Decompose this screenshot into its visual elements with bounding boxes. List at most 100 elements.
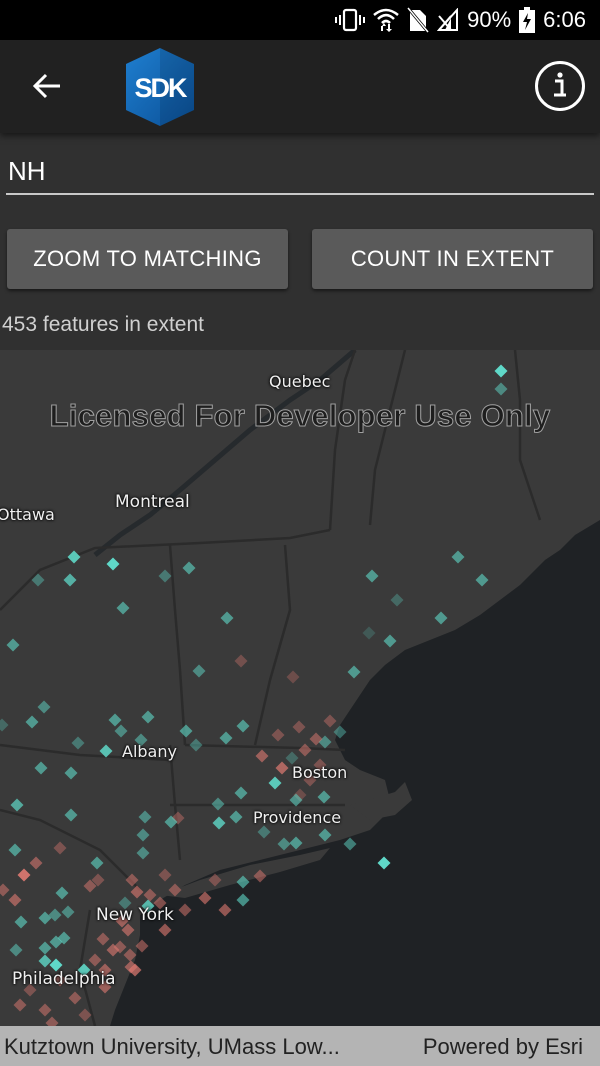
matching-feature-marker[interactable] bbox=[38, 911, 52, 925]
back-button[interactable] bbox=[24, 68, 70, 108]
matching-feature-marker[interactable] bbox=[141, 710, 155, 724]
matching-feature-marker[interactable] bbox=[114, 724, 128, 738]
state-query-input[interactable] bbox=[6, 149, 594, 195]
matching-feature-marker[interactable] bbox=[34, 761, 48, 775]
ocean bbox=[110, 520, 600, 1026]
matching-feature-marker[interactable] bbox=[64, 808, 78, 822]
attribution-bar[interactable]: Kutztown University, UMass Low... Powere… bbox=[0, 1026, 600, 1066]
matching-feature-marker[interactable] bbox=[64, 766, 78, 780]
nonmatching-feature-marker[interactable] bbox=[123, 948, 137, 962]
matching-feature-marker[interactable] bbox=[136, 828, 150, 842]
matching-feature-marker[interactable] bbox=[494, 364, 508, 378]
nonmatching-feature-marker[interactable] bbox=[275, 761, 289, 775]
powered-by-esri: Powered by Esri bbox=[422, 1034, 583, 1059]
matching-feature-marker[interactable] bbox=[189, 738, 203, 752]
matching-feature-marker[interactable] bbox=[192, 664, 206, 678]
nonmatching-feature-marker[interactable] bbox=[298, 743, 312, 757]
nonmatching-feature-marker[interactable] bbox=[96, 932, 110, 946]
nonmatching-feature-marker[interactable] bbox=[158, 868, 172, 882]
matching-feature-marker[interactable] bbox=[268, 776, 282, 790]
city-label-quebec: Quebec bbox=[269, 372, 331, 391]
matching-feature-marker[interactable] bbox=[14, 915, 28, 929]
city-label-philadelphia: Philadelphia bbox=[12, 969, 116, 989]
matching-feature-marker[interactable] bbox=[138, 810, 152, 824]
matching-feature-marker[interactable] bbox=[347, 665, 361, 679]
matching-feature-marker[interactable] bbox=[211, 797, 225, 811]
nonmatching-feature-marker[interactable] bbox=[68, 991, 82, 1005]
matching-feature-marker[interactable] bbox=[38, 954, 52, 968]
matching-feature-marker[interactable] bbox=[317, 790, 331, 804]
matching-feature-marker[interactable] bbox=[37, 700, 51, 714]
zoom-to-matching-button[interactable]: ZOOM TO MATCHING bbox=[7, 229, 288, 289]
nonmatching-feature-marker[interactable] bbox=[0, 883, 10, 897]
matching-feature-marker[interactable] bbox=[390, 593, 404, 607]
matching-feature-marker[interactable] bbox=[234, 786, 248, 800]
matching-feature-marker[interactable] bbox=[494, 382, 508, 396]
sdk-logo: SDK bbox=[124, 46, 196, 128]
license-watermark: Licensed For Developer Use Only bbox=[49, 398, 551, 434]
nonmatching-feature-marker[interactable] bbox=[45, 1016, 59, 1027]
matching-feature-marker[interactable] bbox=[179, 724, 193, 738]
matching-feature-marker[interactable] bbox=[220, 611, 234, 625]
vibrate-icon bbox=[335, 8, 366, 32]
matching-feature-marker[interactable] bbox=[236, 719, 250, 733]
matching-feature-marker[interactable] bbox=[9, 943, 23, 957]
matching-feature-marker[interactable] bbox=[61, 905, 75, 919]
nonmatching-feature-marker[interactable] bbox=[13, 998, 27, 1012]
nonmatching-feature-marker[interactable] bbox=[125, 873, 139, 887]
matching-feature-marker[interactable] bbox=[8, 843, 22, 857]
nonmatching-feature-marker[interactable] bbox=[292, 720, 306, 734]
matching-feature-marker[interactable] bbox=[90, 856, 104, 870]
no-sim-icon bbox=[407, 7, 430, 33]
nonmatching-feature-marker[interactable] bbox=[8, 893, 22, 907]
matching-feature-marker[interactable] bbox=[71, 736, 85, 750]
matching-feature-marker[interactable] bbox=[182, 561, 196, 575]
matching-feature-marker[interactable] bbox=[55, 886, 69, 900]
matching-feature-marker[interactable] bbox=[257, 825, 271, 839]
status-bar: 90% 6:06 bbox=[0, 0, 600, 40]
matching-feature-marker[interactable] bbox=[158, 569, 172, 583]
nonmatching-feature-marker[interactable] bbox=[271, 728, 285, 742]
matching-feature-marker[interactable] bbox=[0, 718, 9, 732]
matching-feature-marker[interactable] bbox=[229, 810, 243, 824]
info-button[interactable] bbox=[534, 60, 586, 112]
matching-feature-marker[interactable] bbox=[318, 828, 332, 842]
matching-feature-marker[interactable] bbox=[451, 550, 465, 564]
matching-feature-marker[interactable] bbox=[383, 634, 397, 648]
nonmatching-feature-marker[interactable] bbox=[88, 953, 102, 967]
nonmatching-feature-marker[interactable] bbox=[143, 888, 157, 902]
matching-feature-marker[interactable] bbox=[108, 713, 122, 727]
nonmatching-feature-marker[interactable] bbox=[53, 841, 67, 855]
map-view[interactable]: Licensed For Developer Use Only Quebec M… bbox=[0, 350, 600, 1026]
matching-feature-marker[interactable] bbox=[10, 798, 24, 812]
matching-feature-marker[interactable] bbox=[48, 908, 62, 922]
nonmatching-feature-marker[interactable] bbox=[234, 654, 248, 668]
matching-feature-marker[interactable] bbox=[219, 731, 233, 745]
matching-feature-marker[interactable] bbox=[136, 846, 150, 860]
matching-feature-marker[interactable] bbox=[434, 611, 448, 625]
nonmatching-feature-marker[interactable] bbox=[255, 749, 269, 763]
battery-percent: 90% bbox=[467, 7, 512, 32]
matching-feature-marker[interactable] bbox=[63, 573, 77, 587]
query-panel: ZOOM TO MATCHING COUNT IN EXTENT 453 fea… bbox=[0, 133, 600, 350]
matching-feature-marker[interactable] bbox=[6, 638, 20, 652]
matching-feature-marker[interactable] bbox=[475, 573, 489, 587]
matching-feature-marker[interactable] bbox=[106, 557, 120, 571]
nonmatching-feature-marker[interactable] bbox=[38, 1003, 52, 1017]
matching-feature-marker[interactable] bbox=[116, 601, 130, 615]
attribution-sources[interactable]: Kutztown University, UMass Low... bbox=[4, 1034, 340, 1060]
nonmatching-feature-marker[interactable] bbox=[130, 885, 144, 899]
matching-feature-marker[interactable] bbox=[67, 550, 81, 564]
matching-feature-marker[interactable] bbox=[365, 569, 379, 583]
matching-feature-marker[interactable] bbox=[277, 837, 291, 851]
matching-feature-marker[interactable] bbox=[212, 816, 226, 830]
nonmatching-feature-marker[interactable] bbox=[29, 856, 43, 870]
count-in-extent-button[interactable]: COUNT IN EXTENT bbox=[312, 229, 593, 289]
nonmatching-feature-marker[interactable] bbox=[17, 868, 31, 882]
matching-feature-marker[interactable] bbox=[38, 941, 52, 955]
matching-feature-marker[interactable] bbox=[362, 626, 376, 640]
nonmatching-feature-marker[interactable] bbox=[286, 670, 300, 684]
matching-feature-marker[interactable] bbox=[289, 836, 303, 850]
nonmatching-feature-marker[interactable] bbox=[323, 714, 337, 728]
matching-feature-marker[interactable] bbox=[25, 715, 39, 729]
